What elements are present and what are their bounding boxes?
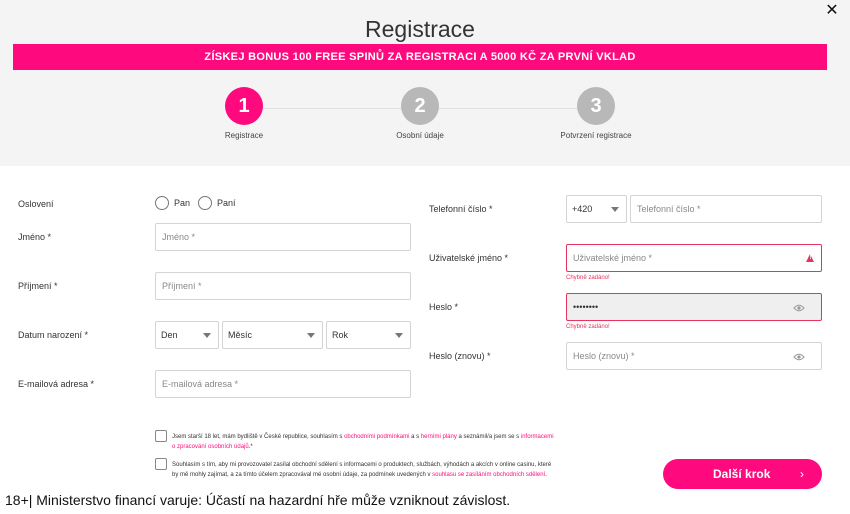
- first-name-input[interactable]: Jméno *: [155, 223, 411, 251]
- consent-terms-text: Jsem starší 18 let, mám bydliště v České…: [172, 432, 557, 452]
- consent-terms-checkbox[interactable]: [155, 430, 167, 442]
- warning-icon-mark: !: [809, 255, 812, 261]
- consent-marketing-checkbox[interactable]: [155, 458, 167, 470]
- salutation-label: Oslovení: [18, 199, 54, 209]
- consent-terms-part: a s: [409, 434, 421, 440]
- birth-day-value: Den: [161, 330, 178, 340]
- eye-icon[interactable]: [793, 304, 805, 312]
- close-icon[interactable]: ✕: [824, 0, 840, 19]
- terms-link[interactable]: obchodními podmínkami: [344, 434, 409, 440]
- username-placeholder: Uživatelské jméno *: [573, 253, 653, 263]
- step-1-circle: 1: [225, 87, 263, 125]
- password-repeat-placeholder: Heslo (znovu) *: [573, 351, 635, 361]
- eye-icon[interactable]: [793, 353, 805, 361]
- consent-marketing-text: Souhlasím s tím, aby mi provozovatel zas…: [172, 460, 557, 480]
- username-input[interactable]: Uživatelské jméno * !: [566, 244, 822, 272]
- password-value: ••••••••: [573, 302, 599, 312]
- step-1: 1 Registrace: [184, 87, 304, 140]
- salutation-radio-pan[interactable]: [155, 196, 169, 210]
- phone-label: Telefonní číslo *: [429, 204, 493, 214]
- chevron-down-icon: [611, 207, 619, 212]
- chevron-right-icon: ›: [800, 467, 804, 481]
- password-input[interactable]: ••••••••: [566, 293, 822, 321]
- step-3-circle: 3: [577, 87, 615, 125]
- last-name-label: Příjmení *: [18, 281, 58, 291]
- step-3-label: Potvrzení registrace: [560, 131, 632, 140]
- salutation-radio-pani[interactable]: [198, 196, 212, 210]
- phone-prefix-value: +420: [572, 204, 593, 214]
- birth-day-select[interactable]: Den: [155, 321, 219, 349]
- step-2-label: Osobní údaje: [396, 131, 444, 140]
- phone-input[interactable]: Telefonní číslo *: [630, 195, 822, 223]
- next-step-label: Další krok: [713, 467, 771, 481]
- last-name-input[interactable]: Příjmení *: [155, 272, 411, 300]
- password-repeat-label: Heslo (znovu) *: [429, 351, 491, 361]
- password-repeat-input[interactable]: Heslo (znovu) *: [566, 342, 822, 370]
- next-step-button[interactable]: Další krok ›: [663, 459, 822, 489]
- step-1-label: Registrace: [224, 131, 264, 140]
- chevron-down-icon: [395, 333, 403, 338]
- promo-banner: ZÍSKEJ BONUS 100 FREE SPINŮ ZA REGISTRAC…: [13, 44, 827, 70]
- password-error: Chybně zadáno!: [566, 324, 610, 330]
- birth-date-label: Datum narození *: [18, 330, 89, 340]
- consent-terms-part: .*: [248, 444, 253, 450]
- consent-marketing-part: .: [545, 472, 547, 478]
- game-plans-link[interactable]: herními plány: [421, 434, 457, 440]
- gambling-warning: 18+| Ministerstvo financí varuje: Účastí…: [5, 492, 511, 508]
- first-name-label: Jméno *: [18, 232, 52, 242]
- salutation-pan-label: Pan: [174, 198, 191, 208]
- salutation-pani-label: Paní: [217, 198, 236, 208]
- marketing-consent-link[interactable]: souhlasu se zasíláním obchodních sdělení: [432, 472, 545, 478]
- step-3: 3 Potvrzení registrace: [536, 87, 656, 140]
- chevron-down-icon: [203, 333, 211, 338]
- birth-month-select[interactable]: Měsíc: [222, 321, 323, 349]
- username-error: Chybně zadáno!: [566, 275, 610, 281]
- birth-month-value: Měsíc: [228, 330, 253, 340]
- consent-terms-part: a seznámil/a jsem se s: [456, 434, 521, 440]
- step-2-circle: 2: [401, 87, 439, 125]
- birth-year-value: Rok: [332, 330, 349, 340]
- username-label: Uživatelské jméno *: [429, 253, 509, 263]
- email-label: E-mailová adresa *: [18, 379, 95, 389]
- page-title: Registrace: [365, 16, 475, 42]
- chevron-down-icon: [307, 333, 315, 338]
- consent-terms-part: Jsem starší 18 let, mám bydliště v České…: [172, 434, 345, 440]
- password-label: Heslo *: [429, 302, 459, 312]
- birth-year-select[interactable]: Rok: [326, 321, 411, 349]
- step-2: 2 Osobní údaje: [360, 87, 480, 140]
- phone-prefix-select[interactable]: +420: [566, 195, 627, 223]
- email-input[interactable]: E-mailová adresa *: [155, 370, 411, 398]
